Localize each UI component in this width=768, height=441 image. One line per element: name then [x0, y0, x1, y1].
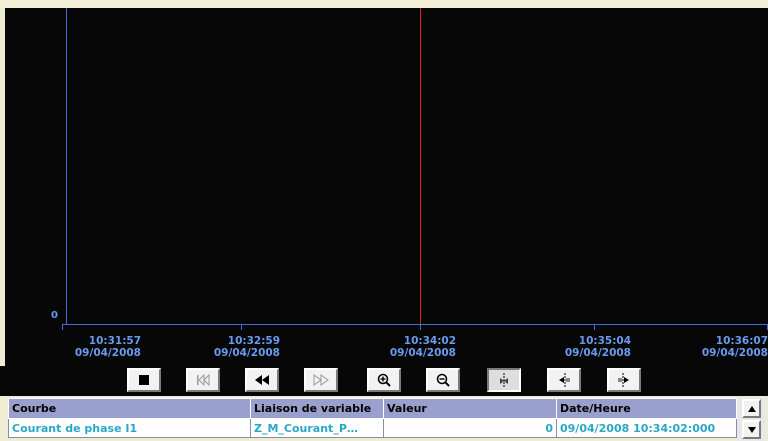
x-axis-label-date: 09/04/2008 [74, 347, 141, 359]
trend-value-table: Courbe Liaison de variable Valeur Date/H… [8, 398, 737, 438]
table-row[interactable]: Courant de phase I1 Z_M_Courant_P… 0 09/… [8, 418, 737, 438]
zoom-in-icon [377, 373, 391, 387]
trend-toolbar [0, 366, 768, 396]
x-axis-label-date: 09/04/2008 [564, 347, 631, 359]
scroll-down-arrow-icon [747, 426, 756, 433]
skip-to-start-icon [197, 374, 210, 386]
x-axis-label: 10:32:59 09/04/2008 [200, 335, 280, 359]
table-header-row: Courbe Liaison de variable Valeur Date/H… [8, 398, 737, 419]
fast-forward-icon [313, 374, 329, 386]
ruler-button[interactable] [487, 368, 521, 392]
x-axis-label-date: 09/04/2008 [213, 347, 280, 359]
scroll-up-button[interactable] [742, 399, 761, 418]
x-axis-label-date: 09/04/2008 [389, 347, 456, 359]
cell-valeur[interactable]: 0 [383, 418, 557, 438]
cursor-left-icon [559, 373, 570, 387]
x-axis-tick [241, 324, 242, 330]
column-header-liaison[interactable]: Liaison de variable [250, 398, 384, 419]
x-axis-label: 10:36:07 09/04/2008 [688, 335, 768, 359]
y-axis-line [66, 8, 67, 324]
column-header-courbe[interactable]: Courbe [8, 398, 251, 419]
x-axis-label-time: 10:34:02 [403, 335, 456, 347]
trend-plot-area[interactable] [5, 8, 768, 324]
x-axis-label-time: 10:32:59 [227, 335, 280, 347]
ruler-cursor-line[interactable] [420, 8, 421, 324]
x-axis-tick [420, 324, 421, 330]
scroll-up-arrow-icon [747, 405, 756, 412]
zoom-in-button[interactable] [367, 368, 401, 392]
table-scrollbar[interactable] [737, 398, 766, 441]
stop-icon [139, 375, 149, 385]
x-axis-label: 10:35:04 09/04/2008 [551, 335, 631, 359]
x-axis-tick [594, 324, 595, 330]
forward-button[interactable] [304, 368, 338, 392]
cell-courbe[interactable]: Courant de phase I1 [8, 418, 251, 438]
x-axis-label-time: 10:36:07 [715, 335, 768, 347]
cursor-right-icon [618, 373, 629, 387]
column-header-date-heure[interactable]: Date/Heure [556, 398, 737, 419]
top-strip [0, 0, 768, 8]
cell-liaison[interactable]: Z_M_Courant_P… [250, 418, 384, 438]
x-axis-label: 10:31:57 09/04/2008 [61, 335, 141, 359]
time-axis: 0 10:31:57 09/04/2008 10:32:59 09/04/200… [5, 310, 768, 366]
x-axis-label-date: 09/04/2008 [701, 347, 768, 359]
x-axis-tick [62, 324, 63, 330]
column-header-valeur[interactable]: Valeur [383, 398, 557, 419]
x-axis-label: 10:34:02 09/04/2008 [376, 335, 456, 359]
ruler-cursor-icon [500, 373, 508, 387]
y-axis-zero-label: 0 [51, 310, 58, 321]
rewind-button[interactable] [245, 368, 279, 392]
cursor-left-button[interactable] [547, 368, 581, 392]
trend-value-table-area: Courbe Liaison de variable Valeur Date/H… [8, 398, 768, 441]
zoom-out-button[interactable] [426, 368, 460, 392]
x-axis-label-time: 10:31:57 [88, 335, 141, 347]
zoom-out-icon [436, 373, 450, 387]
cell-date-heure[interactable]: 09/04/2008 10:34:02:000 [556, 418, 737, 438]
first-button[interactable] [186, 368, 220, 392]
rewind-icon [255, 375, 269, 385]
cursor-right-button[interactable] [607, 368, 641, 392]
trend-view: 0 10:31:57 09/04/2008 10:32:59 09/04/200… [0, 0, 768, 441]
x-axis-label-time: 10:35:04 [578, 335, 631, 347]
scroll-down-button[interactable] [742, 420, 761, 439]
stop-button[interactable] [127, 368, 161, 392]
x-axis-line [62, 324, 768, 325]
